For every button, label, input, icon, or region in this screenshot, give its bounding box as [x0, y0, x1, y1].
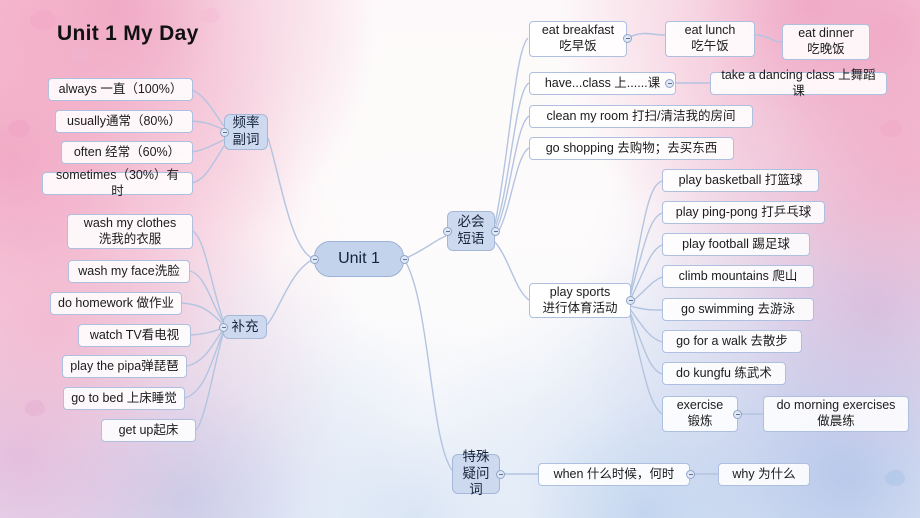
center-node-label: Unit 1 — [338, 250, 380, 267]
list-item-label: go shopping 去购物；去买东西 — [545, 140, 718, 155]
collapse-dot-frequency[interactable] — [220, 128, 229, 137]
list-item-label: eat dinner 吃晚饭 — [798, 26, 854, 56]
list-item[interactable]: usually通常（80%） — [55, 110, 193, 133]
list-item-label: do kungfu 练武术 — [676, 365, 772, 380]
list-item[interactable]: go to bed 上床睡觉 — [63, 387, 185, 410]
list-item[interactable]: eat breakfast 吃早饭 — [529, 21, 627, 57]
list-item[interactable]: eat lunch 吃午饭 — [665, 21, 755, 57]
list-item-label: climb mountains 爬山 — [678, 268, 798, 283]
list-item-label: do homework 做作业 — [58, 295, 175, 310]
collapse-dot-exercise[interactable] — [733, 410, 742, 419]
list-item[interactable]: play sports 进行体育活动 — [529, 283, 631, 318]
center-node-unit1[interactable]: Unit 1 — [314, 241, 404, 277]
collapse-dot-when[interactable] — [686, 470, 695, 479]
list-item-label: play sports 进行体育活动 — [542, 284, 618, 315]
list-item[interactable]: go swimming 去游泳 — [662, 298, 814, 321]
list-item-label: clean my room 打扫/清洁我的房间 — [546, 108, 736, 123]
branch-question-words-label: 特殊 疑问词 — [462, 448, 490, 498]
list-item-label: play football 踢足球 — [682, 236, 790, 251]
list-item[interactable]: eat dinner 吃晚饭 — [782, 24, 870, 60]
list-item[interactable]: clean my room 打扫/清洁我的房间 — [529, 105, 753, 128]
list-item-label: play basketball 打篮球 — [678, 172, 803, 187]
collapse-dot-supplement[interactable] — [219, 323, 228, 332]
list-item[interactable]: climb mountains 爬山 — [662, 265, 814, 288]
collapse-dot-center-right[interactable] — [400, 255, 409, 264]
list-item-label: often 经常（60%） — [73, 144, 181, 159]
list-item-label: watch TV看电视 — [89, 327, 180, 342]
collapse-dot-question[interactable] — [496, 470, 505, 479]
branch-phrases-label: 必会 短语 — [457, 214, 485, 246]
list-item[interactable]: play football 踢足球 — [662, 233, 810, 256]
list-item-label: wash my face洗脸 — [78, 263, 180, 278]
list-item[interactable]: exercise 锻炼 — [662, 396, 738, 432]
list-item-label: eat breakfast 吃早饭 — [541, 23, 615, 53]
collapse-dot-breakfast[interactable] — [623, 34, 632, 43]
collapse-dot-center-left[interactable] — [310, 255, 319, 264]
list-item[interactable]: go for a walk 去散步 — [662, 330, 802, 353]
collapse-dot-haveclass[interactable] — [665, 79, 674, 88]
list-item[interactable]: why 为什么 — [718, 463, 810, 486]
list-item[interactable]: play basketball 打篮球 — [662, 169, 819, 192]
list-item[interactable]: have...class 上......课 — [529, 72, 676, 95]
page-title: Unit 1 My Day — [57, 22, 199, 45]
branch-question-words[interactable]: 特殊 疑问词 — [452, 449, 500, 497]
branch-frequency[interactable]: 频率 副词 — [224, 114, 268, 150]
branch-phrases[interactable]: 必会 短语 — [447, 211, 495, 251]
list-item[interactable]: sometimes（30%）有时 — [42, 168, 193, 198]
list-item[interactable]: always 一直（100%） — [48, 78, 193, 101]
list-item[interactable]: play the pipa弹琵琶 — [62, 355, 187, 378]
list-item[interactable]: watch TV看电视 — [78, 324, 191, 347]
list-item[interactable]: take a dancing class 上舞蹈课 — [710, 68, 887, 98]
list-item-label: do morning exercises 做晨练 — [776, 398, 896, 428]
collapse-dot-playsports[interactable] — [626, 296, 635, 305]
list-item-label: when 什么时候，何时 — [553, 466, 675, 481]
mindmap-canvas: Unit 1 My Day Unit 1 频率 副词 always 一直（100… — [0, 0, 920, 518]
list-item-label: exercise 锻炼 — [676, 398, 724, 428]
petal-decoration — [30, 10, 56, 30]
list-item-label: take a dancing class 上舞蹈课 — [721, 67, 876, 98]
branch-supplement-label: 补充 — [231, 318, 259, 334]
list-item-label: play ping-pong 打乒乓球 — [675, 204, 812, 219]
petal-decoration — [70, 48, 88, 62]
petal-decoration — [200, 8, 220, 23]
list-item[interactable]: when 什么时候，何时 — [538, 463, 690, 486]
list-item-label: go swimming 去游泳 — [681, 301, 795, 316]
list-item-label: usually通常（80%） — [67, 113, 181, 128]
list-item-label: have...class 上......课 — [544, 75, 661, 90]
list-item[interactable]: do homework 做作业 — [50, 292, 182, 315]
branch-supplement[interactable]: 补充 — [223, 315, 267, 339]
branch-frequency-label: 频率 副词 — [232, 115, 260, 147]
list-item-label: go to bed 上床睡觉 — [71, 390, 177, 405]
list-item[interactable]: do kungfu 练武术 — [662, 362, 786, 385]
petal-decoration — [885, 470, 905, 486]
list-item[interactable]: often 经常（60%） — [61, 141, 193, 164]
list-item-label: play the pipa弹琵琶 — [70, 358, 179, 373]
collapse-dot-phrases-left[interactable] — [443, 227, 452, 236]
collapse-dot-phrases-right[interactable] — [491, 227, 500, 236]
list-item-label: wash my clothes 洗我的衣服 — [83, 215, 177, 246]
petal-decoration — [880, 120, 902, 137]
list-item[interactable]: do morning exercises 做晨练 — [763, 396, 909, 432]
list-item-label: go for a walk 去散步 — [676, 333, 788, 348]
list-item-label: always 一直（100%） — [58, 81, 183, 96]
list-item-label: why 为什么 — [732, 466, 796, 481]
petal-decoration — [8, 120, 30, 137]
list-item[interactable]: wash my clothes 洗我的衣服 — [67, 214, 193, 249]
list-item-label: get up起床 — [118, 422, 179, 437]
petal-decoration — [25, 400, 45, 416]
list-item-label: sometimes（30%）有时 — [56, 167, 179, 198]
list-item-label: eat lunch 吃午饭 — [684, 23, 736, 53]
list-item[interactable]: wash my face洗脸 — [68, 260, 190, 283]
list-item[interactable]: go shopping 去购物；去买东西 — [529, 137, 734, 160]
list-item[interactable]: play ping-pong 打乒乓球 — [662, 201, 825, 224]
list-item[interactable]: get up起床 — [101, 419, 196, 442]
